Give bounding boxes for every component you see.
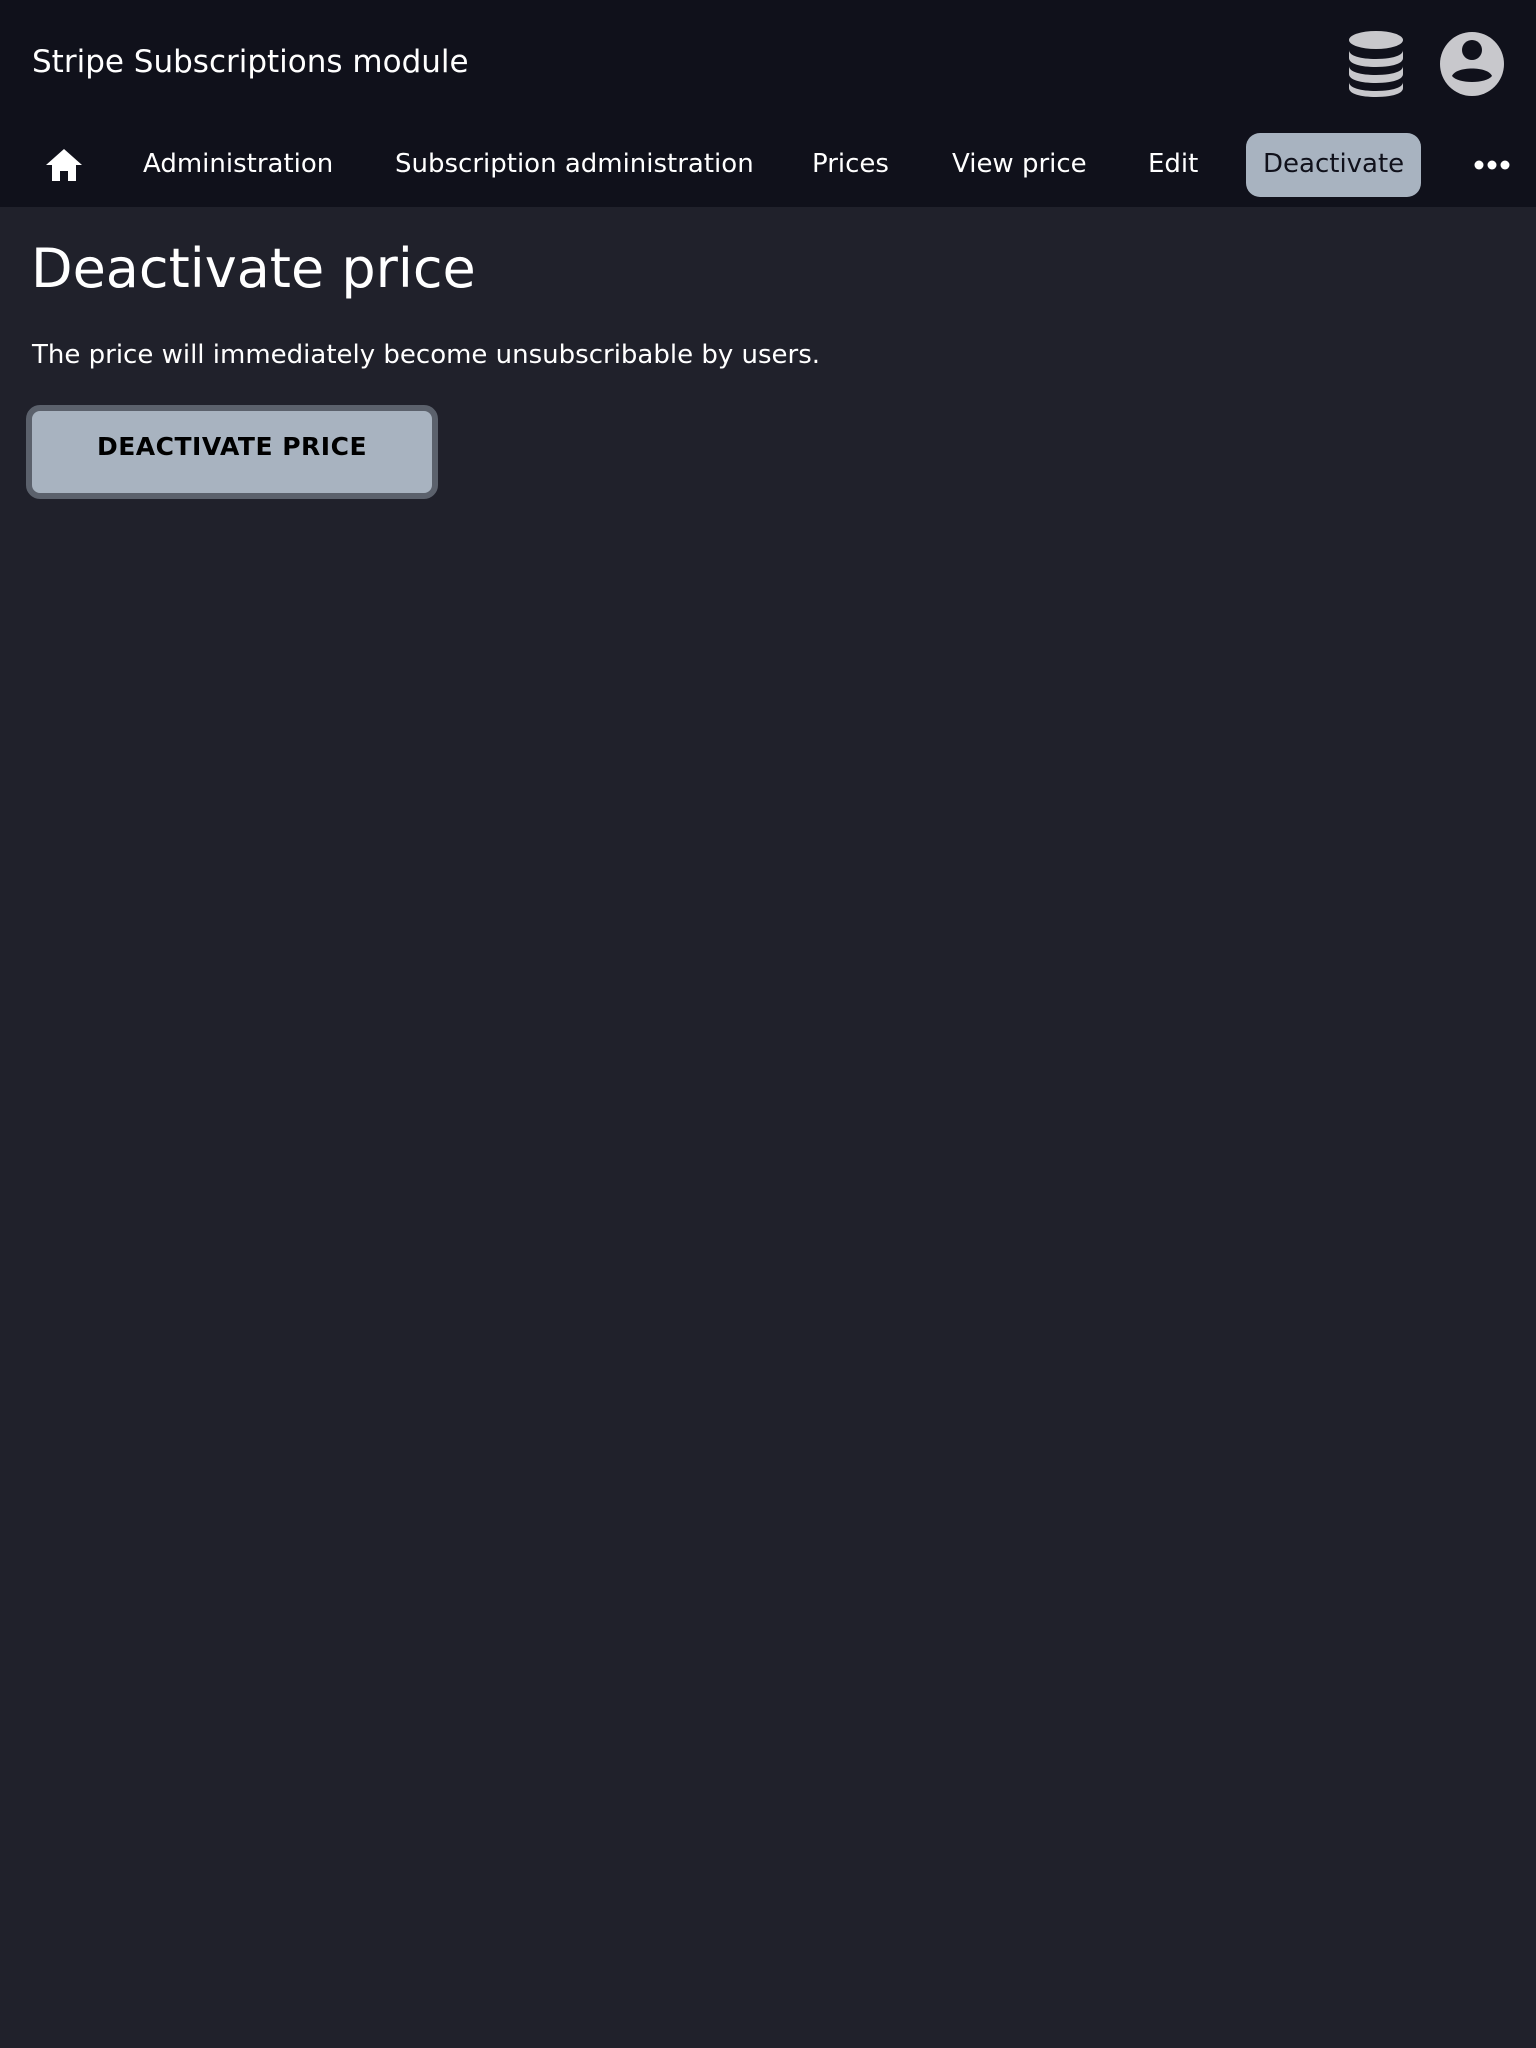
user-account-icon[interactable]: [1438, 30, 1506, 98]
page-title: Deactivate price: [31, 237, 476, 300]
database-icon[interactable]: [1346, 30, 1406, 98]
more-horizontal-icon[interactable]: [1472, 145, 1512, 185]
nav-item-deactivate[interactable]: Deactivate: [1246, 133, 1422, 197]
home-icon[interactable]: [40, 143, 88, 187]
breadcrumb-nav: Administration Subscription administrati…: [0, 133, 1536, 199]
top-bar: Stripe Subscriptions module Administrati…: [0, 0, 1536, 207]
page-description: The price will immediately become unsubs…: [32, 340, 821, 370]
nav-item-subscription-administration[interactable]: Subscription administration: [395, 133, 754, 197]
nav-item-prices[interactable]: Prices: [812, 133, 889, 197]
nav-item-edit[interactable]: Edit: [1148, 133, 1198, 197]
deactivate-price-button[interactable]: DEACTIVATE PRICE: [26, 405, 438, 499]
app-title: Stripe Subscriptions module: [32, 44, 469, 80]
nav-item-administration[interactable]: Administration: [143, 133, 333, 197]
nav-item-view-price[interactable]: View price: [952, 133, 1087, 197]
